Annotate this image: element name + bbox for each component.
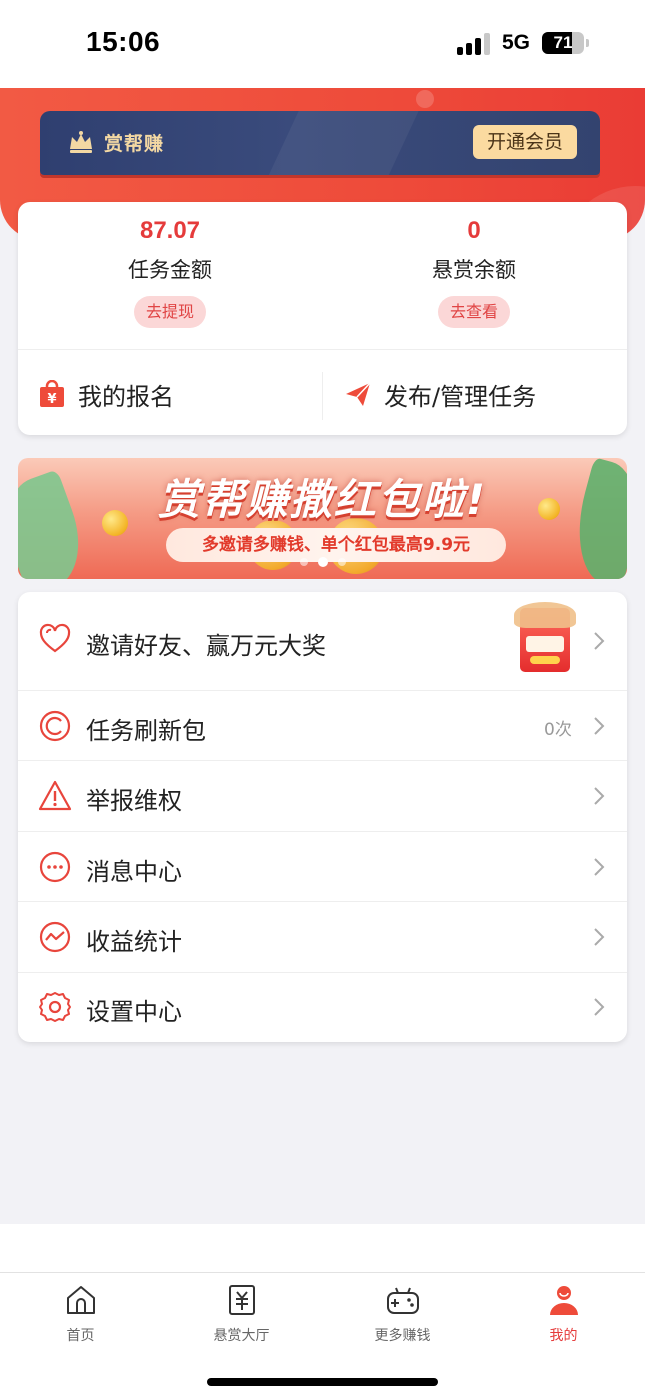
user-icon <box>549 1286 578 1315</box>
tab-bounty-hall[interactable]: 悬赏大厅 <box>161 1283 322 1345</box>
svg-text:¥: ¥ <box>47 392 56 407</box>
divider <box>322 372 323 420</box>
gamepad-icon <box>386 1287 419 1314</box>
network-type: 5G <box>502 31 531 54</box>
stats-card: 87.07 任务金额 去提现 0 悬赏余额 去查看 ¥ 我的报名 发布/管理任务 <box>18 202 627 435</box>
chevron-right-icon <box>594 998 605 1016</box>
chevron-right-icon <box>594 632 605 650</box>
task-amount-value: 87.07 <box>139 217 201 244</box>
menu-list: 邀请好友、赢万元大奖 任务刷新包 0次 举报维权 消息中心 收益统计 设置中心 <box>18 592 627 1042</box>
menu-label: 举报维权 <box>86 787 182 815</box>
menu-item-invite[interactable]: 邀请好友、赢万元大奖 <box>18 592 627 691</box>
task-amount-label: 任务金额 <box>128 258 212 282</box>
menu-label: 收益统计 <box>86 928 182 956</box>
refresh-c-icon <box>39 710 71 742</box>
signal-icon <box>457 33 491 55</box>
battery-tip <box>586 39 589 47</box>
battery-level: 71 <box>553 33 573 52</box>
carousel-dot[interactable] <box>338 558 346 566</box>
chevron-right-icon <box>594 717 605 735</box>
tab-home[interactable]: 首页 <box>0 1283 161 1345</box>
invite-gift-image <box>514 602 576 672</box>
tab-label: 我的 <box>549 1328 578 1344</box>
status-bar: 15:06 5G 71 <box>0 0 645 88</box>
my-signup-button[interactable]: ¥ 我的报名 <box>38 374 174 414</box>
tab-mine[interactable]: 我的 <box>483 1283 644 1345</box>
bounty-balance-block: 0 悬赏余额 去查看 <box>349 216 599 328</box>
battery-icon: 71 <box>542 32 584 54</box>
banner-subtitle-pill: 多邀请多赚钱、单个红包最高9.9元 <box>166 528 506 562</box>
message-icon <box>39 851 71 883</box>
withdraw-button[interactable]: 去提现 <box>133 296 206 328</box>
bounty-balance-label: 悬赏余额 <box>432 258 516 282</box>
chevron-right-icon <box>594 928 605 946</box>
vip-banner[interactable]: 赏帮赚 开通会员 <box>40 111 600 175</box>
menu-item-settings[interactable]: 设置中心 <box>18 973 627 1042</box>
shopping-bag-icon: ¥ <box>40 380 64 407</box>
banner-subtitle: 多邀请多赚钱、单个红包最高9.9元 <box>201 535 471 555</box>
status-time: 15:06 <box>86 26 161 57</box>
menu-item-refresh-pack[interactable]: 任务刷新包 0次 <box>18 691 627 761</box>
publish-manage-label: 发布/管理任务 <box>384 382 537 411</box>
trend-icon <box>39 921 71 953</box>
yuan-doc-icon <box>228 1285 255 1315</box>
banner-title: 赏帮赚撒红包啦! <box>157 475 488 524</box>
divider <box>18 349 627 350</box>
menu-label: 任务刷新包 <box>86 717 206 745</box>
chevron-right-icon <box>594 787 605 805</box>
open-membership-button[interactable]: 开通会员 <box>473 125 577 159</box>
tab-more-earn[interactable]: 更多赚钱 <box>322 1283 483 1345</box>
my-signup-label: 我的报名 <box>78 382 174 411</box>
home-icon <box>66 1286 95 1314</box>
menu-label: 消息中心 <box>86 858 182 886</box>
carousel-dot[interactable] <box>318 557 328 567</box>
crown-icon <box>70 131 92 153</box>
carousel-dots[interactable] <box>300 557 346 567</box>
tab-label: 首页 <box>66 1328 95 1344</box>
menu-item-earnings[interactable]: 收益统计 <box>18 902 627 973</box>
menu-label: 设置中心 <box>86 998 182 1026</box>
vip-title: 赏帮赚 <box>104 133 165 155</box>
refresh-count: 0次 <box>544 720 572 740</box>
task-amount-block: 87.07 任务金额 去提现 <box>45 216 295 328</box>
gear-icon <box>39 992 71 1022</box>
home-indicator <box>207 1378 438 1386</box>
chevron-right-icon <box>594 858 605 876</box>
menu-label: 邀请好友、赢万元大奖 <box>86 632 326 660</box>
paper-plane-icon <box>346 382 371 406</box>
bounty-balance-value: 0 <box>467 217 481 244</box>
heart-icon <box>39 623 71 653</box>
tab-label: 更多赚钱 <box>374 1328 431 1344</box>
menu-item-messages[interactable]: 消息中心 <box>18 832 627 902</box>
view-balance-button[interactable]: 去查看 <box>437 296 510 328</box>
promo-banner[interactable]: 赏帮赚撒红包啦! 多邀请多赚钱、单个红包最高9.9元 <box>18 458 627 579</box>
menu-item-report[interactable]: 举报维权 <box>18 761 627 832</box>
tab-label: 悬赏大厅 <box>213 1328 270 1344</box>
carousel-dot[interactable] <box>300 558 308 566</box>
publish-manage-button[interactable]: 发布/管理任务 <box>344 374 536 414</box>
warning-icon <box>38 780 72 811</box>
